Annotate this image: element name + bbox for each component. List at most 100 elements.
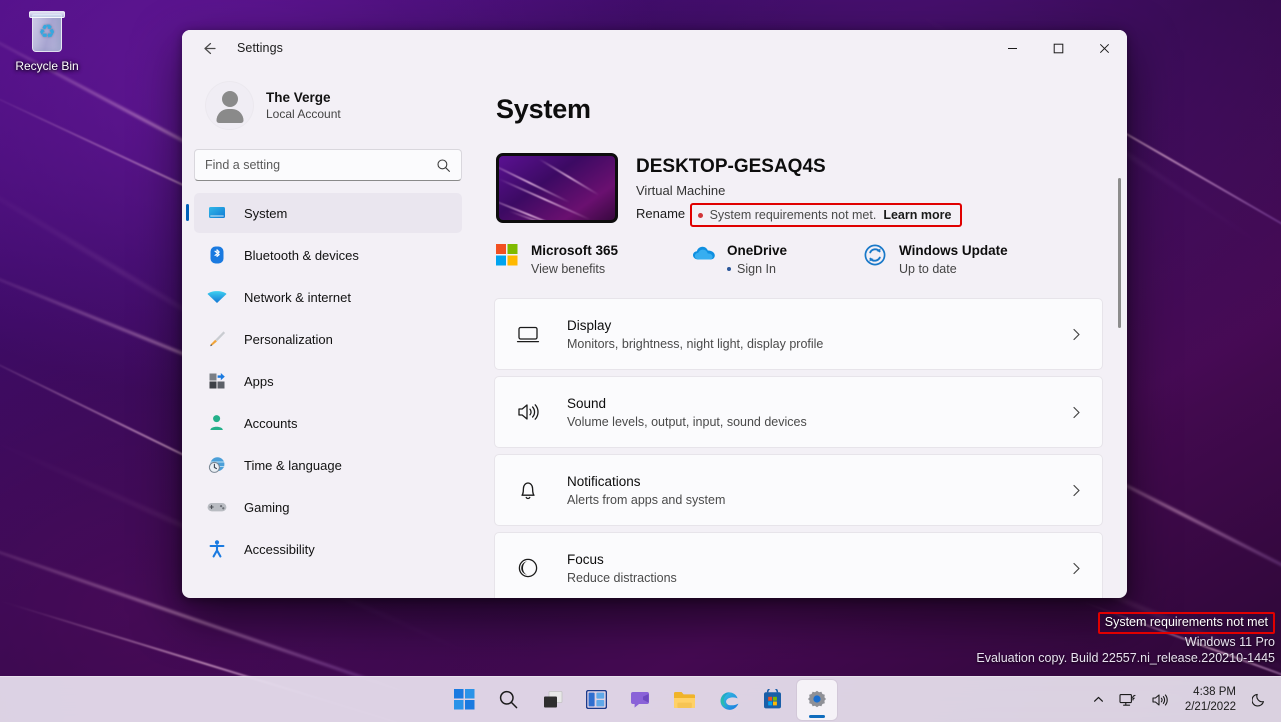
settings-card-display[interactable]: Display Monitors, brightness, night ligh…: [494, 298, 1103, 370]
settings-card-focus[interactable]: Focus Reduce distractions: [494, 532, 1103, 598]
close-icon: [1099, 43, 1110, 54]
card-title: Notifications: [567, 472, 1069, 491]
recycle-bin-icon: ♻: [24, 10, 70, 56]
quick-links-row: Microsoft 365 View benefits OneDrive: [496, 241, 1103, 278]
system-requirements-warning[interactable]: System requirements not met. Learn more: [690, 203, 963, 227]
quick-link-windows-update[interactable]: Windows Update Up to date: [864, 241, 1038, 278]
sidebar-item-label: Apps: [244, 374, 274, 389]
taskbar: 4:38 PM 2/21/2022: [0, 676, 1281, 722]
account-name: The Verge: [266, 89, 341, 106]
sidebar-item-gaming[interactable]: Gaming: [194, 487, 462, 527]
account-subtitle: Local Account: [266, 106, 341, 122]
learn-more-link[interactable]: Learn more: [883, 208, 951, 222]
card-subtitle: Alerts from apps and system: [567, 491, 1069, 509]
page-title: System: [496, 94, 1103, 125]
quick-link-subtitle: Sign In: [737, 260, 776, 278]
clock-globe-icon: [206, 454, 228, 476]
microsoft-store-icon: [762, 689, 783, 710]
taskbar-settings-button[interactable]: [797, 680, 837, 720]
sidebar-item-system[interactable]: System: [194, 193, 462, 233]
taskbar-start-button[interactable]: [445, 680, 485, 720]
monitor-icon: [515, 321, 541, 347]
taskbar-file-explorer-button[interactable]: [665, 680, 705, 720]
window-titlebar: Settings: [182, 30, 1127, 66]
device-type: Virtual Machine: [636, 181, 962, 201]
sidebar-item-label: Bluetooth & devices: [244, 248, 359, 263]
rename-link[interactable]: Rename: [636, 204, 685, 224]
sidebar-item-label: Gaming: [244, 500, 290, 515]
quick-link-title: Windows Update: [899, 243, 1008, 258]
device-info-section: DESKTOP-GESAQ4S Virtual Machine Rename S…: [496, 153, 1103, 227]
onedrive-cloud-icon: [692, 244, 716, 268]
accessibility-icon: [206, 538, 228, 560]
account-block[interactable]: The Verge Local Account: [194, 66, 462, 135]
sidebar-item-accounts[interactable]: Accounts: [194, 403, 462, 443]
quick-link-onedrive[interactable]: OneDrive Sign In: [692, 241, 864, 278]
sidebar-item-time-language[interactable]: Time & language: [194, 445, 462, 485]
scrollbar-thumb[interactable]: [1118, 178, 1121, 328]
quick-link-subtitle: Up to date: [899, 260, 1008, 278]
sidebar-item-bluetooth-devices[interactable]: Bluetooth & devices: [194, 235, 462, 275]
taskbar-widgets-button[interactable]: [577, 680, 617, 720]
taskbar-buttons: [445, 680, 837, 720]
clock[interactable]: 4:38 PM 2/21/2022: [1177, 685, 1244, 715]
minimize-icon: [1007, 43, 1018, 54]
gear-icon: [806, 689, 828, 711]
notification-center-button[interactable]: [1246, 682, 1273, 718]
device-thumbnail: [496, 153, 618, 223]
gamepad-icon: [206, 496, 228, 518]
window-controls: [989, 30, 1127, 66]
sidebar-item-label: Network & internet: [244, 290, 351, 305]
desktop-icon-recycle-bin[interactable]: ♻ Recycle Bin: [8, 10, 86, 73]
settings-window: Settings The Verge Local Account: [182, 30, 1127, 598]
quick-link-title: Microsoft 365: [531, 243, 618, 258]
chat-icon: [630, 690, 652, 710]
maximize-button[interactable]: [1035, 30, 1081, 66]
sidebar-item-network-internet[interactable]: Network & internet: [194, 277, 462, 317]
avatar: [206, 82, 253, 129]
sidebar-item-accessibility[interactable]: Accessibility: [194, 529, 462, 569]
content-scrollbar[interactable]: [1118, 178, 1121, 598]
sidebar-item-label: Accessibility: [244, 542, 315, 557]
speaker-icon: [515, 399, 541, 425]
widgets-icon: [586, 690, 607, 709]
card-title: Display: [567, 316, 1069, 335]
clock-date: 2/21/2022: [1185, 700, 1236, 715]
edge-browser-icon: [718, 689, 740, 711]
taskbar-task-view-button[interactable]: [533, 680, 573, 720]
paintbrush-icon: [206, 328, 228, 350]
quick-link-subtitle-wrap: Sign In: [727, 260, 787, 278]
settings-card-sound[interactable]: Sound Volume levels, output, input, soun…: [494, 376, 1103, 448]
do-not-disturb-moon-icon: [1252, 692, 1267, 707]
settings-card-notifications[interactable]: Notifications Alerts from apps and syste…: [494, 454, 1103, 526]
search-box[interactable]: [194, 149, 462, 181]
card-subtitle: Reduce distractions: [567, 569, 1069, 587]
card-subtitle: Monitors, brightness, night light, displ…: [567, 335, 1069, 353]
back-arrow-icon: [200, 40, 217, 57]
person-icon: [206, 412, 228, 434]
sidebar-item-apps[interactable]: Apps: [194, 361, 462, 401]
taskbar-search-button[interactable]: [489, 680, 529, 720]
taskbar-edge-button[interactable]: [709, 680, 749, 720]
network-button[interactable]: [1113, 682, 1143, 718]
close-button[interactable]: [1081, 30, 1127, 66]
windows-start-icon: [454, 689, 475, 710]
card-subtitle: Volume levels, output, input, sound devi…: [567, 413, 1069, 431]
recycle-bin-label: Recycle Bin: [8, 59, 86, 73]
bell-icon: [515, 477, 541, 503]
status-dot-icon: [727, 267, 731, 271]
task-view-icon: [542, 690, 564, 710]
show-hidden-icons-button[interactable]: [1086, 682, 1111, 718]
taskbar-chat-button[interactable]: [621, 680, 661, 720]
sidebar-item-personalization[interactable]: Personalization: [194, 319, 462, 359]
sidebar-item-label: Accounts: [244, 416, 297, 431]
taskbar-store-button[interactable]: [753, 680, 793, 720]
maximize-icon: [1053, 43, 1064, 54]
quick-link-microsoft-365[interactable]: Microsoft 365 View benefits: [496, 241, 692, 278]
minimize-button[interactable]: [989, 30, 1035, 66]
search-input[interactable]: [205, 158, 436, 172]
sidebar-item-label: Time & language: [244, 458, 342, 473]
back-button[interactable]: [191, 33, 225, 63]
volume-button[interactable]: [1145, 682, 1175, 718]
chevron-right-icon: [1069, 561, 1084, 576]
